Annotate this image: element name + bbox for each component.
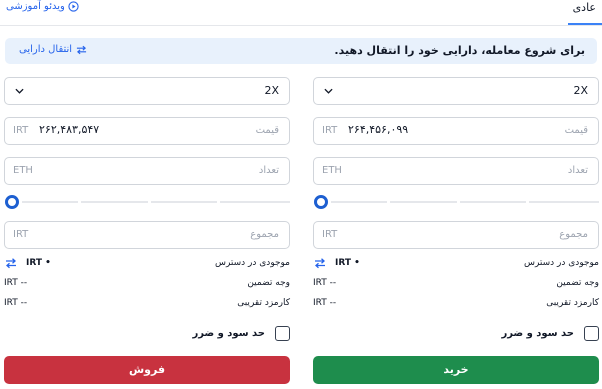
buy-tp-sl-row: حد سود و ضرر	[501, 325, 599, 341]
sell-amount-label: تعداد	[258, 165, 279, 176]
slider-track-segment	[529, 201, 599, 203]
buy-fee-row: کارمزد تقریبی IRT --	[313, 298, 599, 312]
buy-total-label: مجموع	[559, 229, 588, 240]
sell-fee-row: کارمزد تقریبی IRT --	[4, 298, 290, 312]
buy-button[interactable]: خرید	[313, 356, 599, 384]
buy-amount-label: تعداد	[567, 165, 588, 176]
buy-panel: 2X قیمت IRT ۲۶۴,۴۵۶,۰۹۹ تعداد ETH مجموع …	[313, 0, 599, 389]
sell-leverage-value: 2X	[264, 84, 279, 97]
buy-leverage-value: 2X	[573, 84, 588, 97]
sell-total-label: مجموع	[250, 229, 279, 240]
buy-available-label: موجودی در دسترس	[523, 258, 599, 268]
buy-amount-unit: ETH	[322, 165, 342, 176]
buy-price-unit: IRT	[322, 125, 338, 136]
buy-amount-field[interactable]: تعداد ETH	[313, 157, 599, 185]
sell-price-unit: IRT	[13, 125, 29, 136]
slider-track-segment	[81, 201, 148, 203]
sell-available-row: موجودی در دسترس IRT •	[4, 258, 290, 272]
sell-available-label: موجودی در دسترس	[214, 258, 290, 268]
sell-margin-label: وجه تضمین	[247, 278, 290, 288]
sell-total-field[interactable]: مجموع IRT	[4, 221, 290, 249]
sell-fee-value: IRT --	[4, 298, 28, 308]
chevron-down-icon	[15, 88, 24, 94]
sell-price-field[interactable]: قیمت IRT ۲۶۲,۴۸۳,۵۴۷	[4, 117, 290, 145]
sell-price-value: ۲۶۲,۴۸۳,۵۴۷	[39, 123, 100, 136]
sell-available-value: IRT •	[26, 258, 51, 268]
buy-margin-row: وجه تضمین IRT --	[313, 278, 599, 292]
sell-button[interactable]: فروش	[4, 356, 290, 384]
buy-fee-value: IRT --	[313, 298, 337, 308]
slider-track-segment	[390, 201, 457, 203]
slider-track-segment	[460, 201, 526, 203]
sell-fee-label: کارمزد تقریبی	[237, 298, 290, 308]
slider-track-segment	[22, 201, 78, 203]
buy-margin-label: وجه تضمین	[556, 278, 599, 288]
buy-total-unit: IRT	[322, 229, 338, 240]
swap-arrows-icon[interactable]	[4, 256, 18, 270]
buy-price-value: ۲۶۴,۴۵۶,۰۹۹	[348, 123, 409, 136]
buy-fee-label: کارمزد تقریبی	[546, 298, 599, 308]
buy-available-row: موجودی در دسترس IRT •	[313, 258, 599, 272]
slider-track-segment	[331, 201, 387, 203]
buy-price-label: قیمت	[564, 125, 588, 136]
sell-price-label: قیمت	[255, 125, 279, 136]
sell-amount-field[interactable]: تعداد ETH	[4, 157, 290, 185]
buy-total-field[interactable]: مجموع IRT	[313, 221, 599, 249]
sell-tp-sl-row: حد سود و ضرر	[192, 325, 290, 341]
slider-handle[interactable]	[5, 195, 19, 209]
sell-margin-row: وجه تضمین IRT --	[4, 278, 290, 292]
slider-track-segment	[151, 201, 217, 203]
sell-amount-unit: ETH	[13, 165, 33, 176]
sell-margin-value: IRT --	[4, 278, 28, 288]
buy-tp-sl-label: حد سود و ضرر	[501, 327, 574, 339]
slider-handle[interactable]	[314, 195, 328, 209]
sell-panel: 2X قیمت IRT ۲۶۲,۴۸۳,۵۴۷ تعداد ETH مجموع …	[4, 0, 290, 389]
buy-leverage-select[interactable]: 2X	[313, 77, 599, 105]
sell-leverage-select[interactable]: 2X	[4, 77, 290, 105]
sell-tp-sl-label: حد سود و ضرر	[192, 327, 265, 339]
sell-total-unit: IRT	[13, 229, 29, 240]
buy-amount-slider[interactable]	[313, 195, 599, 209]
buy-available-value: IRT •	[335, 258, 360, 268]
slider-track-segment	[220, 201, 290, 203]
buy-margin-value: IRT --	[313, 278, 337, 288]
sell-tp-sl-checkbox[interactable]	[275, 325, 290, 341]
buy-price-field[interactable]: قیمت IRT ۲۶۴,۴۵۶,۰۹۹	[313, 117, 599, 145]
sell-amount-slider[interactable]	[4, 195, 290, 209]
swap-arrows-icon[interactable]	[313, 256, 327, 270]
buy-tp-sl-checkbox[interactable]	[584, 325, 599, 341]
chevron-down-icon	[324, 88, 333, 94]
